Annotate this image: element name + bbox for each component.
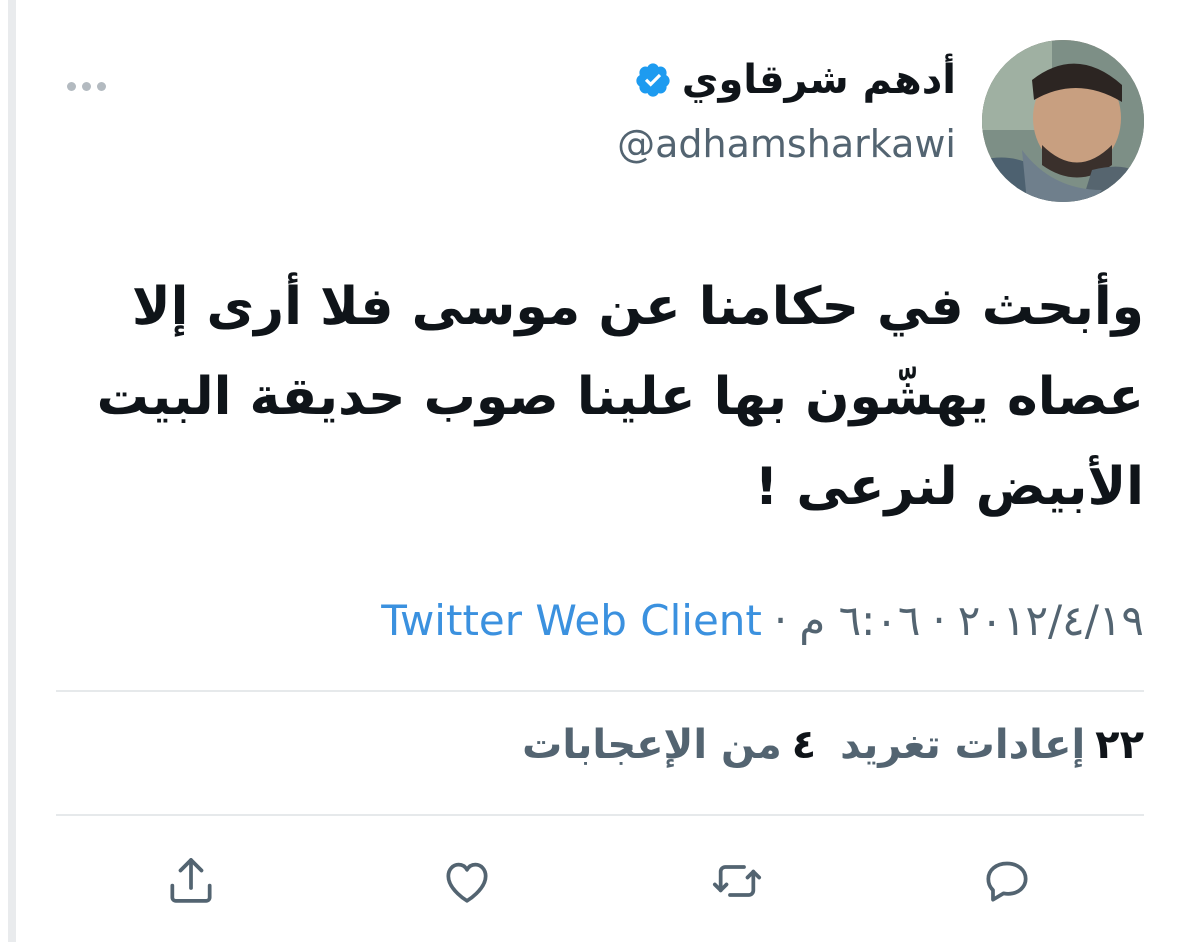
user-name-row: أدهم شرقاوي: [634, 60, 956, 100]
retweets-count: ٢٢: [1095, 722, 1144, 768]
more-options-icon[interactable]: [62, 74, 106, 98]
tweet-date[interactable]: ٢٠١٢/٤/١٩: [958, 596, 1144, 645]
avatar-image: [982, 40, 1144, 202]
verified-badge-icon: [634, 61, 672, 99]
more-dot: [97, 81, 106, 91]
retweets-stat[interactable]: ٢٢ إعادات تغريد: [840, 722, 1144, 768]
likes-label: من الإعجابات: [522, 722, 782, 768]
tweet-time[interactable]: ٦:٠٦ م: [799, 596, 920, 645]
meta-separator: ·: [932, 596, 946, 645]
heart-icon[interactable]: [436, 850, 498, 912]
retweet-icon[interactable]: [706, 850, 768, 912]
more-dot: [82, 81, 91, 91]
more-dot: [67, 81, 76, 91]
divider: [56, 690, 1144, 692]
avatar[interactable]: [982, 40, 1144, 202]
tweet-text: وأبحث في حكامنا عن موسى فلا أرى إلا عصاه…: [96, 277, 1144, 517]
reply-icon[interactable]: [976, 850, 1038, 912]
meta-separator: ·: [773, 596, 788, 645]
retweets-label: إعادات تغريد: [840, 722, 1086, 768]
tweet-card: أدهم شرقاوي @adhamsharkawi وأبحث في حكام…: [56, 0, 1144, 942]
divider: [56, 814, 1144, 816]
timeline-border: [8, 0, 16, 942]
likes-stat[interactable]: ٤ من الإعجابات: [522, 722, 816, 768]
user-handle[interactable]: @adhamsharkawi: [617, 123, 956, 166]
tweet-actions: [56, 842, 1144, 922]
likes-count: ٤: [791, 722, 817, 768]
display-name[interactable]: أدهم شرقاوي: [682, 60, 956, 100]
tweet-source-link[interactable]: Twitter Web Client: [381, 596, 762, 645]
tweet-stats: ٢٢ إعادات تغريد ٤ من الإعجابات: [522, 722, 1144, 768]
tweet-meta: ٢٠١٢/٤/١٩ · ٦:٠٦ م · Twitter Web Client: [381, 596, 1144, 645]
share-icon[interactable]: [160, 850, 222, 912]
